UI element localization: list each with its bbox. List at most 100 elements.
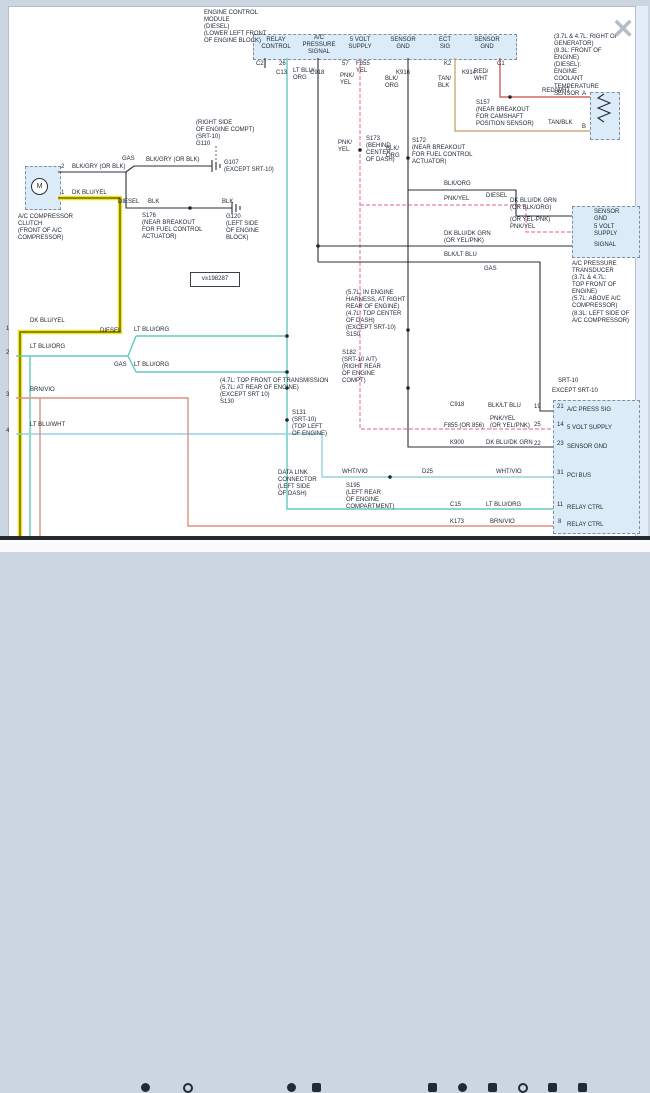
splice-s130: (4.7L: TOP FRONT OF TRANSMISSION (5.7L: …: [220, 378, 328, 406]
pin-21: 21: [557, 404, 564, 411]
wire-redwht-label: RED/WHT: [542, 88, 570, 95]
diesel-split-label: DIESEL: [100, 328, 121, 335]
close-icon[interactable]: ✕: [606, 12, 640, 46]
wire-ltbluorg-bottom: LT BLU/ORG: [486, 502, 521, 509]
gas-split-wire: LT BLU/ORG: [134, 362, 169, 369]
pin-11: 11: [557, 502, 563, 509]
pin-23: 23: [557, 441, 564, 448]
wire-pnkyel-bottom: PNK/YEL (OR YEL/PNK): [490, 416, 530, 430]
wire-blkorg-top: BLK/ ORG: [385, 76, 399, 90]
pin-out-19: 19: [534, 404, 541, 411]
row4-pin: 4: [6, 428, 9, 435]
circuit-d25: D25: [422, 469, 433, 476]
wire-tanblk-top: TAN/ BLK: [438, 76, 451, 90]
download-icon[interactable]: [518, 1083, 528, 1093]
sensor-pin-a: A: [582, 91, 586, 98]
ecm-pin-sensor-gnd: SENSOR GND: [384, 37, 422, 51]
grid-icon[interactable]: [428, 1083, 437, 1092]
splice-s195: S195 (LEFT REAR OF ENGINE COMPARTMENT): [346, 483, 394, 511]
stats-icon[interactable]: [312, 1083, 321, 1092]
splice-s182: S182 (SRT-10 A/T) (RIGHT REAR OF ENGINE …: [342, 350, 381, 385]
sensor-pin-b: B: [582, 124, 586, 131]
row3-pin: 3: [6, 392, 9, 399]
wire-blk-1: BLK: [148, 199, 159, 206]
pin-14: 14: [557, 422, 564, 429]
wire-dkblu-orblkorg: DK BLU/DK GRN (OR BLK/ORG): [510, 198, 557, 212]
ecm-pin-ac-pressure-signal: A/C PRESSURE SIGNAL: [298, 35, 340, 56]
ground-g107: G107 (EXCEPT SRT-10): [224, 160, 274, 174]
pin-57: 57: [342, 61, 349, 68]
pin-k2: K2: [444, 61, 451, 68]
wire-blkgry-1: BLK/GRY (OR BLK): [72, 164, 125, 171]
pin-out-25: 25: [534, 422, 541, 429]
motor-symbol: M: [31, 178, 48, 195]
row-ac-press-sig: A/C PRESS SIG: [567, 407, 611, 414]
wire-pnkyel-s173: PNK/ YEL: [338, 140, 352, 154]
splice-s157: S157 (NEAR BREAKOUT FOR CAMSHAFT POSITIO…: [476, 100, 534, 128]
pin-31: 31: [557, 470, 564, 477]
wire-blkorg-s172: BLK/ ORG: [386, 146, 400, 160]
ecm-pin-sensor-gnd-2: SENSOR GND: [464, 37, 510, 51]
circuit-k173: K173: [450, 519, 464, 526]
wire-pnk-oryelpnk: (OR YEL-PNK) PNK/YEL: [510, 217, 550, 231]
splice-s172: S172 (NEAR BREAKOUT FOR FUEL CONTROL ACT…: [412, 138, 472, 166]
srt10-label: SRT-10: [558, 378, 578, 385]
compressor-caption: A/C COMPRESSOR CLUTCH (FRONT OF A/C COMP…: [18, 214, 73, 242]
wire-brnvio-bottom: BRN/VIO: [490, 519, 515, 526]
circuit-f855: F855 YEL: [356, 61, 370, 75]
wire-redwht-top: RED/ WHT: [474, 69, 488, 83]
ground-g120: G120 (LEFT SIDE OF ENGINE BLOCK): [226, 214, 259, 242]
wire-whtvio-2: WHT/VIO: [496, 469, 522, 476]
wire-tanblk-label: TAN/BLK: [548, 120, 573, 127]
connector-c918-bottom: C918: [450, 402, 464, 409]
ecm-pin-relay-control: RELAY CONTROL: [256, 37, 296, 51]
connector-c13: C13: [276, 70, 287, 77]
row-5v-supply: 5 VOLT SUPPLY: [567, 425, 612, 432]
gas-label-mid: GAS: [484, 266, 497, 273]
wire-dkbludkgrn-bottom: DK BLU/DK GRN: [486, 440, 533, 447]
wire-pnkyel-mid: PNK/YEL: [444, 196, 469, 203]
pin-out-22: 22: [534, 441, 541, 448]
connector-c1: C1: [497, 61, 505, 68]
transducer-pin-signal: SIGNAL: [594, 242, 616, 249]
wire-dkbluyel-label: DK BLU/YEL: [72, 190, 107, 197]
transducer-caption: A/C PRESSURE TRANSDUCER (3.7L & 4.7L: TO…: [572, 261, 629, 325]
wire-blkltblu-mid: BLK/LT BLU: [444, 252, 477, 259]
splice-s176: S176 (NEAR BREAKOUT FOR FUEL CONTROL ACT…: [142, 213, 202, 241]
location-icon[interactable]: [141, 1083, 150, 1092]
wire-blkorg-mid: BLK/ORG: [444, 181, 471, 188]
bottom-toolbar: [0, 540, 650, 552]
row-relay-ctrl-2: RELAY CTRL: [567, 522, 603, 529]
row1-pin: 1: [6, 326, 9, 333]
record-icon[interactable]: [183, 1083, 193, 1093]
ecm-pin-ect-sig: ECT SIG: [430, 37, 460, 51]
connector-c15: C15: [450, 502, 461, 509]
wire-dkblu-oryelpnk: DK BLU/DK GRN (OR YEL/PNK): [444, 231, 491, 245]
version-tag: v≥198287: [190, 272, 240, 287]
wire-blkltblu-bottom: BLK/LT BLU: [488, 403, 521, 410]
list-icon[interactable]: [548, 1083, 557, 1092]
splice-s131: S131 (SRT-10) (TOP LEFT OF ENGINE): [292, 410, 327, 438]
wiring-diagram-viewer: ENGINE CONTROL MODULE (DIESEL) (LOWER LE…: [0, 0, 650, 552]
row4-wire-label: LT BLU/WHT: [30, 422, 65, 429]
row2-pin: 2: [6, 350, 9, 357]
menu-icon[interactable]: [578, 1083, 587, 1092]
contacts-icon[interactable]: [287, 1083, 296, 1092]
circuit-k900: K900: [450, 440, 464, 447]
gas-split-label: GAS: [114, 362, 127, 369]
diesel-split-wire: LT BLU/ORG: [134, 327, 169, 334]
row-sensor-gnd: SENSOR GND: [567, 444, 607, 451]
diagram-page: [8, 6, 636, 538]
row3-wire-label: BRN/VIO: [30, 387, 55, 394]
connector-c2: C2: [256, 61, 264, 68]
row-relay-ctrl-1: RELAY CTRL: [567, 505, 603, 512]
pin-26: 26: [279, 61, 286, 68]
row2-wire-label: LT BLU/ORG: [30, 344, 65, 351]
print-icon[interactable]: [488, 1083, 497, 1092]
transducer-pin-sensor-gnd: SENSOR GND: [594, 209, 619, 223]
layers-icon[interactable]: [458, 1083, 467, 1092]
connector-c918-top: C918: [310, 70, 324, 77]
wire-pnkyel-top: PNK/ YEL: [340, 73, 354, 87]
transducer-pin-5v: 5 VOLT SUPPLY: [594, 224, 617, 238]
srt10-connector-box: [553, 400, 640, 534]
